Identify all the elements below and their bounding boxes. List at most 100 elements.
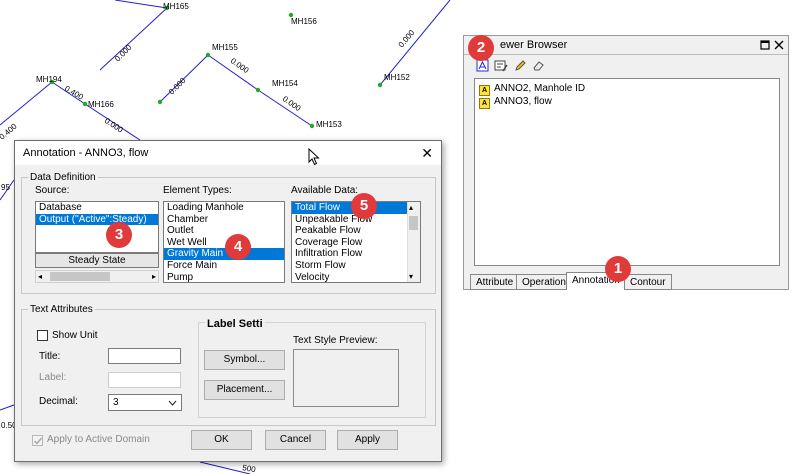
annotation-list-item[interactable]: A ANNO2, Manhole ID [479, 83, 585, 96]
scroll-up-icon[interactable]: ▴ [409, 203, 413, 212]
flow-label: 0.000 [229, 56, 251, 75]
element-type-option[interactable]: Outlet [164, 225, 284, 237]
text-style-preview-box [293, 349, 399, 407]
label-label: Label: [39, 372, 67, 383]
node-label-mh154: MH154 [272, 79, 298, 88]
restore-icon[interactable] [760, 40, 770, 50]
properties-icon[interactable] [494, 59, 508, 72]
tab-attribute[interactable]: Attribute [470, 274, 520, 290]
node-label-mh152: MH152 [384, 73, 410, 82]
flow-label: 0.400 [63, 84, 85, 102]
available-data-option[interactable]: Storm Flow [292, 260, 420, 272]
flow-label: 0.000 [397, 28, 417, 50]
available-data-vscrollbar[interactable]: ▴ ▾ [407, 202, 420, 282]
callout-badge-1: 1 [605, 256, 631, 282]
manhole-node[interactable] [309, 123, 315, 129]
apply-domain-label: Apply to Active Domain [47, 434, 150, 445]
available-data-label: Available Data: [291, 185, 359, 196]
node-label-mh194: MH194 [36, 75, 62, 84]
element-types-label: Element Types: [163, 185, 232, 196]
manhole-node[interactable] [82, 101, 88, 107]
ok-button[interactable]: OK [191, 430, 252, 450]
flow-label: 0.000 [103, 116, 125, 135]
callout-badge-3: 3 [106, 222, 132, 248]
title-input[interactable] [108, 348, 181, 364]
callout-badge-5: 5 [351, 193, 377, 219]
element-type-option[interactable]: Loading Manhole [164, 202, 284, 214]
element-types-listbox[interactable]: Loading Manhole Chamber Outlet Wet Well … [163, 201, 285, 283]
source-label: Source: [35, 185, 70, 196]
manhole-node[interactable] [157, 99, 163, 105]
flow-label: 0.000 [113, 43, 134, 64]
pencil-icon[interactable] [514, 59, 527, 72]
apply-button[interactable]: Apply [337, 430, 398, 450]
cancel-button[interactable]: Cancel [265, 430, 326, 450]
manhole-node[interactable] [255, 87, 261, 93]
element-type-option[interactable]: Gravity Main [164, 248, 284, 260]
available-data-option[interactable]: Infiltration Flow [292, 248, 420, 260]
pipe-segment[interactable] [159, 54, 209, 103]
pipe-segment[interactable] [99, 7, 168, 71]
annotation-icon[interactable] [476, 59, 489, 72]
steady-state-field[interactable]: Steady State [35, 253, 159, 268]
callout-badge-2: 2 [468, 35, 494, 61]
partial-label: 95 [1, 183, 10, 192]
title-label: Title: [39, 351, 61, 362]
element-type-option[interactable]: Pump [164, 272, 284, 282]
close-icon[interactable] [774, 40, 784, 50]
source-hscrollbar[interactable]: ◂ ▸ [35, 270, 159, 283]
source-listbox[interactable]: Database Output ("Active":Steady) [35, 201, 159, 253]
node-label-mh156: MH156 [291, 17, 317, 26]
available-data-option[interactable]: Total Flow [292, 202, 407, 214]
checkmark-icon [33, 437, 43, 445]
scroll-right-icon[interactable]: ▸ [146, 272, 156, 281]
source-option-database[interactable]: Database [36, 202, 158, 214]
pipe-segment[interactable] [114, 0, 168, 9]
node-label-mh155: MH155 [212, 43, 238, 52]
element-type-option[interactable]: Force Main [164, 260, 284, 272]
pipe-segment[interactable] [0, 81, 53, 126]
partial-label: 500 [242, 463, 257, 474]
eraser-icon[interactable] [532, 59, 545, 72]
flow-label: 0.000 [167, 76, 188, 97]
manhole-node[interactable] [205, 52, 211, 58]
scroll-down-icon[interactable]: ▾ [409, 272, 413, 281]
available-data-option[interactable]: Peakable Flow [292, 225, 420, 237]
scroll-left-icon[interactable]: ◂ [38, 272, 48, 281]
tab-operation[interactable]: Operation [516, 274, 572, 290]
placement-button[interactable]: Placement... [204, 380, 285, 400]
scroll-thumb[interactable] [409, 216, 418, 230]
label-input[interactable] [108, 372, 181, 388]
element-type-option[interactable]: Chamber [164, 214, 284, 226]
label-setting-heading: Label Setti [205, 318, 265, 330]
annotation-dialog: Annotation - ANNO3, flow ✕ Data Definiti… [14, 140, 442, 462]
viewer-browser-titlebar[interactable]: ewer Browser [464, 36, 788, 55]
dialog-titlebar[interactable]: Annotation - ANNO3, flow ✕ [15, 141, 441, 165]
manhole-node[interactable] [377, 82, 383, 88]
pipe-segment[interactable] [0, 404, 15, 411]
apply-domain-checkbox[interactable] [32, 435, 43, 446]
scroll-thumb[interactable] [50, 272, 110, 281]
element-type-option[interactable]: Wet Well [164, 237, 284, 249]
available-data-option[interactable]: Coverage Flow [292, 237, 420, 249]
annotation-list-item[interactable]: A ANNO3, flow [479, 96, 552, 109]
mouse-cursor-icon [308, 148, 320, 166]
symbol-button[interactable]: Symbol... [204, 350, 285, 370]
source-option-output[interactable]: Output ("Active":Steady) [36, 213, 158, 226]
chevron-down-icon [168, 400, 177, 406]
flow-label: 0.000 [281, 94, 303, 113]
node-label-mh153: MH153 [316, 120, 342, 129]
node-label-mh166: MH166 [88, 100, 114, 109]
dialog-title: Annotation - ANNO3, flow [23, 147, 149, 159]
available-data-option[interactable]: Velocity [292, 272, 420, 282]
viewer-browser-title: ewer Browser [500, 39, 568, 51]
show-unit-checkbox[interactable] [37, 330, 48, 341]
decimal-select[interactable]: 3 [108, 394, 182, 411]
text-style-preview-label: Text Style Preview: [293, 335, 378, 346]
annotation-list[interactable]: A ANNO2, Manhole ID A ANNO3, flow [474, 78, 780, 266]
dialog-close-icon[interactable]: ✕ [421, 145, 433, 162]
node-label-mh165: MH165 [163, 2, 189, 11]
callout-badge-4: 4 [225, 234, 251, 260]
tab-contour[interactable]: Contour [624, 274, 672, 290]
annotation-item-icon: A [479, 98, 490, 109]
